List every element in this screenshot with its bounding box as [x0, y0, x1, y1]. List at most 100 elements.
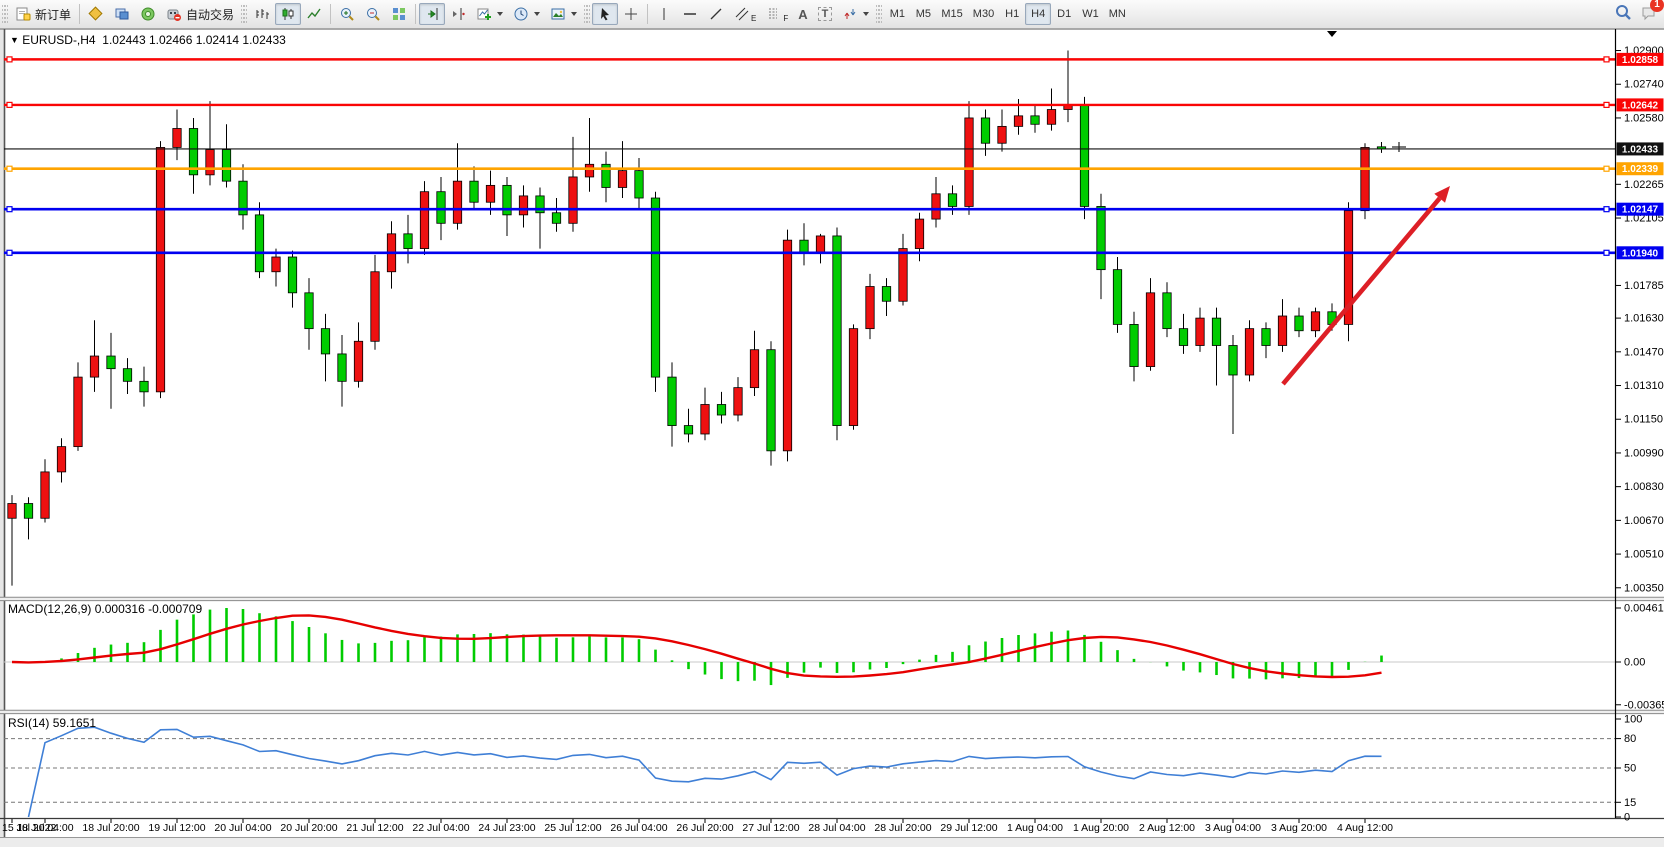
trendline-button[interactable] [703, 3, 729, 25]
svg-text:50: 50 [1624, 763, 1636, 775]
svg-text:1.00670: 1.00670 [1624, 515, 1664, 527]
autotrading-button[interactable]: 自动交易 [161, 3, 239, 25]
svg-text:1.02147: 1.02147 [1622, 205, 1659, 216]
channel-glyph: E [751, 14, 756, 23]
svg-text:20 Jul 20:00: 20 Jul 20:00 [280, 822, 337, 834]
svg-text:26 Jul 04:00: 26 Jul 04:00 [610, 822, 667, 834]
svg-text:1.01150: 1.01150 [1624, 414, 1663, 426]
dropdown-caret-icon [571, 12, 577, 16]
svg-text:1.01785: 1.01785 [1624, 280, 1664, 292]
svg-text:0.00: 0.00 [1624, 657, 1645, 669]
timeframe-M30[interactable]: M30 [968, 3, 999, 25]
macd-indicator-label: MACD(12,26,9) 0.000316 -0.000709 [8, 602, 202, 616]
vertical-line-button[interactable] [651, 3, 677, 25]
bar-chart-button[interactable] [249, 3, 275, 25]
svg-text:1.02433: 1.02433 [1622, 144, 1659, 155]
text-button[interactable]: A [793, 3, 812, 25]
fibo-glyph: F [783, 14, 788, 23]
market-watch-button[interactable] [83, 3, 109, 25]
svg-text:-0.003652: -0.003652 [1624, 699, 1664, 711]
timeframe-M5[interactable]: M5 [910, 3, 936, 25]
timeframe-W1[interactable]: W1 [1077, 3, 1104, 25]
chevron-down-icon[interactable]: ▼ [10, 35, 19, 45]
timeframe-MN[interactable]: MN [1104, 3, 1131, 25]
chart-canvas[interactable]: 1.029001.027401.025801.022651.021051.017… [0, 0, 1664, 847]
svg-text:1.02740: 1.02740 [1624, 79, 1664, 91]
dropdown-caret-icon [497, 12, 503, 16]
svg-text:1.01470: 1.01470 [1624, 346, 1664, 358]
line-chart-button[interactable] [301, 3, 327, 25]
auto-scroll-button[interactable] [419, 3, 445, 25]
new-order-button[interactable]: 新订单 [10, 3, 76, 25]
timeframe-H4[interactable]: H4 [1025, 3, 1051, 25]
macd-name: MACD(12,26,9) [8, 602, 91, 616]
svg-text:22 Jul 04:00: 22 Jul 04:00 [412, 822, 469, 834]
svg-text:0: 0 [1624, 812, 1630, 824]
svg-text:1 Aug 20:00: 1 Aug 20:00 [1073, 822, 1129, 834]
svg-text:1.02339: 1.02339 [1622, 164, 1659, 175]
rsi-indicator-label: RSI(14) 59.1651 [8, 716, 96, 730]
candlestick-chart-button[interactable] [275, 3, 301, 25]
dropdown-caret-icon [863, 12, 869, 16]
timeframe-M1[interactable]: M1 [884, 3, 910, 25]
svg-text:0.00461: 0.00461 [1624, 602, 1664, 614]
horizontal-line-button[interactable] [677, 3, 703, 25]
dropdown-caret-icon [534, 12, 540, 16]
svg-text:29 Jul 12:00: 29 Jul 12:00 [940, 822, 997, 834]
period-button[interactable] [508, 3, 545, 25]
timeframe-D1[interactable]: D1 [1051, 3, 1077, 25]
text-tool-glyph: A [798, 7, 807, 22]
crosshair-button[interactable] [618, 3, 644, 25]
toolbar-handle[interactable] [876, 4, 882, 24]
toolbar-handle[interactable] [2, 4, 8, 24]
label-tool-glyph: T [818, 7, 833, 21]
rsi-name: RSI(14) [8, 716, 49, 730]
svg-text:24 Jul 23:00: 24 Jul 23:00 [478, 822, 535, 834]
text-label-button[interactable]: T [813, 3, 838, 25]
arrows-button[interactable] [837, 3, 874, 25]
svg-text:21 Jul 12:00: 21 Jul 12:00 [346, 822, 403, 834]
macd-values: 0.000316 -0.000709 [95, 602, 202, 616]
svg-text:20 Jul 04:00: 20 Jul 04:00 [214, 822, 271, 834]
data-window-button[interactable] [109, 3, 135, 25]
svg-text:27 Jul 12:00: 27 Jul 12:00 [742, 822, 799, 834]
new-order-label: 新订单 [35, 6, 71, 23]
notification-badge: 1 [1650, 0, 1664, 12]
add-indicator-button[interactable] [471, 3, 508, 25]
timeframe-M15[interactable]: M15 [936, 3, 967, 25]
svg-text:3 Aug 20:00: 3 Aug 20:00 [1271, 822, 1327, 834]
svg-text:18 Jul 20:00: 18 Jul 20:00 [82, 822, 139, 834]
svg-text:80: 80 [1624, 733, 1636, 745]
fibonacci-button[interactable]: F [761, 3, 793, 25]
new-order-icon [15, 6, 31, 22]
chart-plot-area[interactable] [4, 30, 1615, 818]
zoom-out-button[interactable] [360, 3, 386, 25]
svg-text:1.02642: 1.02642 [1622, 100, 1659, 111]
svg-text:1.01310: 1.01310 [1624, 380, 1664, 392]
svg-text:1 Aug 04:00: 1 Aug 04:00 [1007, 822, 1063, 834]
navigator-button[interactable] [135, 3, 161, 25]
svg-text:1.02580: 1.02580 [1624, 112, 1664, 124]
svg-text:1.00350: 1.00350 [1624, 582, 1664, 594]
symbol-info-line: ▼ EURUSD-,H4 1.02443 1.02466 1.02414 1.0… [10, 33, 286, 47]
mt4-window: 新订单 自动交易 [0, 0, 1664, 847]
toolbar-handle[interactable] [241, 4, 247, 24]
cursor-button[interactable] [592, 3, 618, 25]
svg-text:15: 15 [1624, 797, 1636, 809]
svg-text:19 Jul 12:00: 19 Jul 12:00 [148, 822, 205, 834]
rsi-value: 59.1651 [53, 716, 96, 730]
timeframe-H1[interactable]: H1 [999, 3, 1025, 25]
equidistant-channel-button[interactable]: E [729, 3, 761, 25]
chart-shift-button[interactable] [445, 3, 471, 25]
svg-text:4 Aug 12:00: 4 Aug 12:00 [1337, 822, 1393, 834]
svg-text:28 Jul 04:00: 28 Jul 04:00 [808, 822, 865, 834]
toolbar: 新订单 自动交易 [0, 0, 1664, 29]
template-button[interactable] [545, 3, 582, 25]
search-icon[interactable] [1614, 3, 1632, 26]
svg-text:18 Jul 04:00: 18 Jul 04:00 [16, 822, 73, 834]
toolbar-handle[interactable] [584, 4, 590, 24]
svg-text:1.01630: 1.01630 [1624, 313, 1664, 325]
notifications-icon[interactable]: 1 [1640, 3, 1658, 26]
zoom-in-button[interactable] [334, 3, 360, 25]
tile-windows-button[interactable] [386, 3, 412, 25]
